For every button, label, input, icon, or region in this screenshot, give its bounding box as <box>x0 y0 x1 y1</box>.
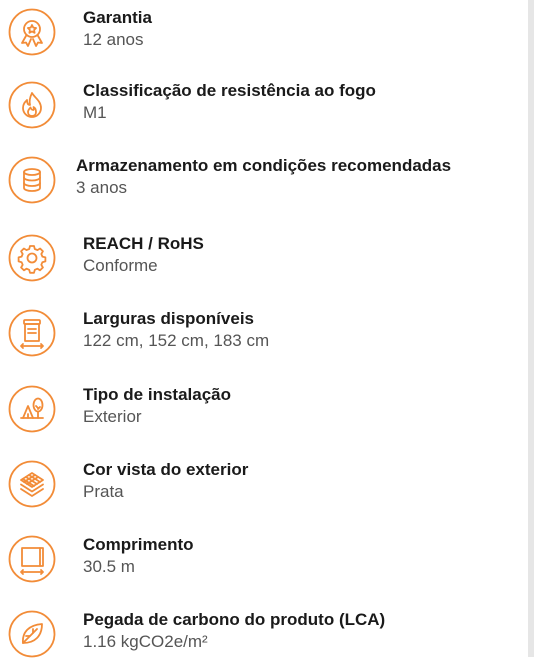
spec-title: Garantia <box>83 8 152 27</box>
spec-value: 3 anos <box>76 178 128 197</box>
spec-item-text: Cor vista do exterior Prata <box>83 460 248 503</box>
spec-value: 30.5 m <box>83 557 135 576</box>
spec-value: Prata <box>83 482 124 501</box>
spec-value: M1 <box>83 103 107 122</box>
spec-item-text: Larguras disponíveis 122 cm, 152 cm, 183… <box>83 309 269 352</box>
spec-value: Exterior <box>83 407 142 426</box>
spec-item-text: Pegada de carbono do produto (LCA) 1.16 … <box>83 610 385 653</box>
spec-item-text: Classificação de resistência ao fogo M1 <box>83 81 376 124</box>
outdoor-tree-icon <box>8 385 56 433</box>
spec-title: Armazenamento em condições recomendadas <box>76 156 452 175</box>
spec-value: Conforme <box>83 256 158 275</box>
layers-icon <box>8 460 56 508</box>
spec-item-fire-rating: Classificação de resistência ao fogo M1 <box>0 81 528 141</box>
spec-title: Comprimento <box>83 535 194 554</box>
spec-value: 12 anos <box>83 30 144 49</box>
spec-item-text: Garantia 12 anos <box>83 8 152 51</box>
scrollbar-track[interactable] <box>528 0 534 657</box>
spec-item-installation-type: Tipo de instalação Exterior <box>0 385 528 445</box>
spec-item-storage: Armazenamento em condições recomendadas … <box>0 156 528 216</box>
spec-item-widths: Larguras disponíveis 122 cm, 152 cm, 183… <box>0 309 528 369</box>
spec-item-text: Tipo de instalação Exterior <box>83 385 231 428</box>
gear-icon <box>8 234 56 282</box>
roll-width-icon <box>8 309 56 357</box>
database-icon <box>8 156 56 204</box>
length-icon <box>8 535 56 583</box>
spec-item-text: REACH / RoHS Conforme <box>83 234 204 277</box>
spec-item-text: Armazenamento em condições recomendadas … <box>76 156 451 199</box>
spec-item-carbon-footprint: Pegada de carbono do produto (LCA) 1.16 … <box>0 610 528 670</box>
spec-value: 122 cm, 152 cm, 183 cm <box>83 331 270 350</box>
spec-title: Larguras disponíveis <box>83 309 254 328</box>
spec-item-text: Comprimento 30.5 m <box>83 535 194 578</box>
spec-title: REACH / RoHS <box>83 234 204 253</box>
spec-title: Classificação de resistência ao fogo <box>83 81 376 100</box>
spec-item-warranty: Garantia 12 anos <box>0 8 528 68</box>
spec-title: Cor vista do exterior <box>83 460 249 479</box>
spec-item-exterior-color: Cor vista do exterior Prata <box>0 460 528 520</box>
spec-title: Pegada de carbono do produto (LCA) <box>83 610 386 629</box>
spec-value: 1.16 kgCO2e/m² <box>83 632 208 651</box>
flame-icon <box>8 81 56 129</box>
spec-item-length: Comprimento 30.5 m <box>0 535 528 595</box>
spec-title: Tipo de instalação <box>83 385 232 404</box>
spec-item-reach-rohs: REACH / RoHS Conforme <box>0 234 528 294</box>
award-badge-icon <box>8 8 56 56</box>
leaf-icon <box>8 610 56 658</box>
